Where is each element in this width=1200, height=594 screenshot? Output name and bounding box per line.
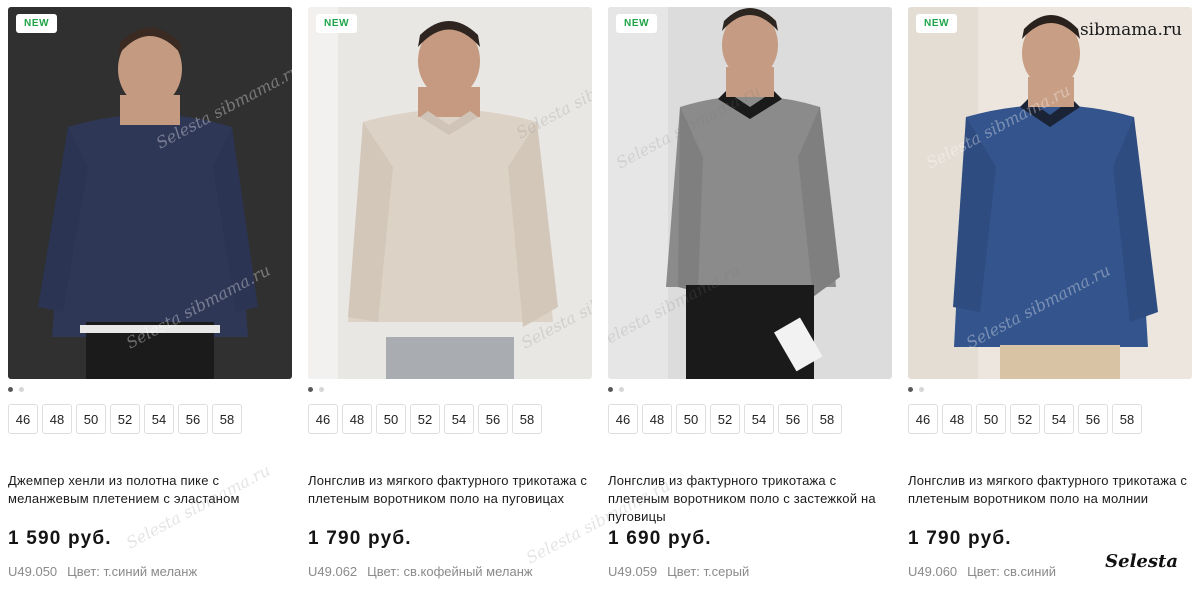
carousel-dot[interactable] xyxy=(908,387,913,392)
size-option[interactable]: 52 xyxy=(110,404,140,434)
size-option[interactable]: 46 xyxy=(608,404,638,434)
carousel-dot[interactable] xyxy=(19,387,24,392)
carousel-dot[interactable] xyxy=(8,387,13,392)
product-photo[interactable]: NEW Selesta sibmama.ru Selesta sibmama.r… xyxy=(308,7,592,379)
product-price: 1 790 руб. xyxy=(908,528,1012,549)
product-color: Цвет: т.серый xyxy=(667,564,750,579)
carousel-dots xyxy=(308,387,324,392)
product-card[interactable]: NEW Selesta sibmama.ru Selesta sibmama.r… xyxy=(908,7,1192,594)
size-option[interactable]: 54 xyxy=(1044,404,1074,434)
product-photo-illustration xyxy=(308,7,592,379)
carousel-dot[interactable] xyxy=(308,387,313,392)
size-option[interactable]: 54 xyxy=(144,404,174,434)
site-watermark-label: sibmama.ru xyxy=(1079,20,1182,40)
product-color: Цвет: св.кофейный меланж xyxy=(367,564,533,579)
size-selector: 46 48 50 52 54 56 58 xyxy=(908,404,1142,434)
new-badge: NEW xyxy=(16,14,58,33)
product-sku: U49.050 xyxy=(8,564,58,579)
product-sku: U49.059 xyxy=(608,564,658,579)
product-price: 1 790 руб. xyxy=(308,528,412,549)
size-option[interactable]: 50 xyxy=(676,404,706,434)
product-title[interactable]: Лонгслив из мягкого фактурного трикотажа… xyxy=(908,472,1192,508)
size-option[interactable]: 56 xyxy=(478,404,508,434)
product-price: 1 690 руб. xyxy=(608,528,712,549)
product-photo[interactable]: NEW Selesta sibmama.ru Selesta sibmama.r… xyxy=(8,7,292,379)
size-option[interactable]: 58 xyxy=(1112,404,1142,434)
size-option[interactable]: 46 xyxy=(308,404,338,434)
product-photo-illustration xyxy=(608,7,892,379)
size-option[interactable]: 58 xyxy=(212,404,242,434)
size-option[interactable]: 52 xyxy=(1010,404,1040,434)
product-meta: U49.059 Цвет: т.серый xyxy=(608,564,749,579)
product-photo[interactable]: NEW Selesta sibmama.ru Selesta sibmama.r… xyxy=(608,7,892,379)
size-option[interactable]: 50 xyxy=(976,404,1006,434)
product-grid: NEW Selesta sibmama.ru Selesta sibmama.r… xyxy=(8,7,1192,594)
new-badge: NEW xyxy=(316,14,358,33)
carousel-dots xyxy=(8,387,24,392)
size-selector: 46 48 50 52 54 56 58 xyxy=(8,404,242,434)
size-option[interactable]: 56 xyxy=(778,404,808,434)
size-selector: 46 48 50 52 54 56 58 xyxy=(308,404,542,434)
product-price: 1 590 руб. xyxy=(8,528,112,549)
product-meta: U49.050 Цвет: т.синий меланж xyxy=(8,564,197,579)
size-option[interactable]: 56 xyxy=(178,404,208,434)
product-title[interactable]: Лонгслив из мягкого фактурного трикотажа… xyxy=(308,472,592,508)
size-option[interactable]: 58 xyxy=(812,404,842,434)
size-option[interactable]: 54 xyxy=(444,404,474,434)
product-photo-illustration xyxy=(8,7,292,379)
size-option[interactable]: 48 xyxy=(942,404,972,434)
product-card[interactable]: NEW Selesta sibmama.ru Selesta sibmama.r… xyxy=(308,7,592,594)
product-sku: U49.062 xyxy=(308,564,358,579)
carousel-dot[interactable] xyxy=(608,387,613,392)
size-option[interactable]: 50 xyxy=(376,404,406,434)
size-option[interactable]: 46 xyxy=(8,404,38,434)
size-option[interactable]: 46 xyxy=(908,404,938,434)
size-option[interactable]: 48 xyxy=(642,404,672,434)
product-meta: U49.060 Цвет: св.синий xyxy=(908,564,1056,579)
size-selector: 46 48 50 52 54 56 58 xyxy=(608,404,842,434)
product-color: Цвет: св.синий xyxy=(967,564,1056,579)
size-option[interactable]: 48 xyxy=(342,404,372,434)
product-meta: U49.062 Цвет: св.кофейный меланж xyxy=(308,564,533,579)
size-option[interactable]: 50 xyxy=(76,404,106,434)
product-photo-illustration xyxy=(908,7,1192,379)
carousel-dots xyxy=(908,387,924,392)
size-option[interactable]: 54 xyxy=(744,404,774,434)
size-option[interactable]: 58 xyxy=(512,404,542,434)
product-title[interactable]: Лонгслив из фактурного трикотажа с плете… xyxy=(608,472,892,526)
product-title[interactable]: Джемпер хенли из полотна пике с меланжев… xyxy=(8,472,292,508)
product-sku: U49.060 xyxy=(908,564,958,579)
size-option[interactable]: 48 xyxy=(42,404,72,434)
size-option[interactable]: 56 xyxy=(1078,404,1108,434)
carousel-dot[interactable] xyxy=(319,387,324,392)
product-color: Цвет: т.синий меланж xyxy=(67,564,198,579)
product-photo[interactable]: NEW Selesta sibmama.ru Selesta sibmama.r… xyxy=(908,7,1192,379)
size-option[interactable]: 52 xyxy=(410,404,440,434)
carousel-dot[interactable] xyxy=(919,387,924,392)
new-badge: NEW xyxy=(616,14,658,33)
new-badge: NEW xyxy=(916,14,958,33)
size-option[interactable]: 52 xyxy=(710,404,740,434)
product-card[interactable]: NEW Selesta sibmama.ru Selesta sibmama.r… xyxy=(523,7,892,594)
brand-logo-text: Selesta xyxy=(1105,551,1178,572)
carousel-dot[interactable] xyxy=(619,387,624,392)
product-card[interactable]: NEW Selesta sibmama.ru Selesta sibmama.r… xyxy=(8,7,292,594)
carousel-dots xyxy=(608,387,624,392)
